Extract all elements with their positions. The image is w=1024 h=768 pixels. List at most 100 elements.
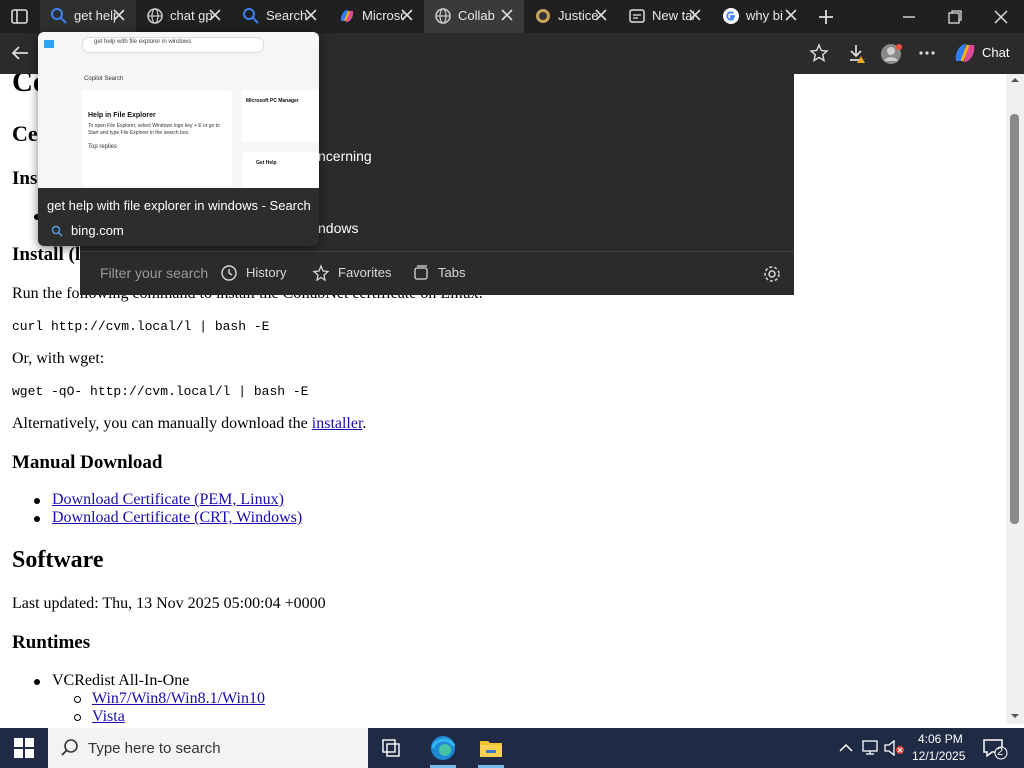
- or-wget-text: Or, with wget:: [12, 350, 105, 367]
- suggestion-row[interactable]: ndows: [318, 220, 358, 236]
- last-updated-text: Last updated: Thu, 13 Nov 2025 05:00:04 …: [12, 595, 326, 612]
- restore-icon[interactable]: [944, 6, 966, 28]
- thumb-answer-text: To open File Explorer, select Windows lo…: [88, 123, 220, 136]
- list-bullet: [34, 498, 40, 504]
- gear-icon[interactable]: [762, 264, 782, 284]
- thumb-tips: Top replies: [88, 144, 118, 150]
- clock-time[interactable]: 4:06 PM: [918, 732, 963, 746]
- close-icon[interactable]: [594, 8, 608, 22]
- tabs-label: Tabs: [438, 265, 466, 280]
- back-arrow-icon[interactable]: [9, 42, 31, 64]
- bing-search-icon: [50, 7, 68, 25]
- page-scrollbar[interactable]: [1006, 74, 1024, 724]
- win7-link[interactable]: Win7/Win8/Win8.1/Win10: [92, 690, 265, 708]
- tab-microsoft[interactable]: Microsoft: [328, 0, 424, 33]
- file-explorer-icon[interactable]: [468, 728, 514, 768]
- preview-title: get help with file explorer in windows -…: [47, 198, 311, 213]
- tab-label: chat gpt: [170, 8, 212, 23]
- search-icon: [242, 7, 260, 25]
- search-icon: [61, 739, 78, 756]
- tabs-button[interactable]: Tabs: [412, 262, 472, 286]
- close-icon[interactable]: [208, 8, 222, 22]
- close-window-icon[interactable]: [990, 6, 1012, 28]
- thumb-card-header: Copilot Search: [84, 76, 124, 82]
- thumb-search-text: get help with file explorer in windows: [94, 39, 192, 45]
- history-label: History: [246, 265, 287, 280]
- notification-center-icon[interactable]: 2: [982, 737, 1008, 761]
- tabs-icon: [414, 265, 428, 280]
- software-heading: Software: [12, 547, 104, 573]
- manual-download-heading: Manual Download: [12, 452, 163, 473]
- profile-avatar-icon[interactable]: [880, 42, 902, 64]
- thumb-get-help: Get Help: [256, 160, 277, 166]
- network-icon[interactable]: [862, 740, 882, 756]
- taskbar-search-box[interactable]: Type here to search: [48, 728, 368, 768]
- close-icon[interactable]: [304, 8, 318, 22]
- tab-get-help[interactable]: get help with file explorer: [40, 0, 136, 33]
- tab-label: get help with file explorer: [74, 8, 116, 23]
- windows-taskbar: Type here to search 4:06 PM 12/1/2025 2: [0, 728, 1024, 768]
- history-icon: [221, 265, 237, 281]
- new-tab-plus-icon[interactable]: [815, 6, 837, 28]
- tab-new-tab[interactable]: New tab: [618, 0, 712, 33]
- close-icon[interactable]: [784, 8, 798, 22]
- installer-link[interactable]: installer: [312, 415, 363, 432]
- scroll-down-icon[interactable]: [1006, 710, 1024, 722]
- preview-thumbnail: get help with file explorer in windows C…: [38, 32, 319, 188]
- task-view-icon[interactable]: [369, 728, 415, 768]
- edge-app-icon[interactable]: [420, 728, 466, 768]
- vcredist-item: VCRedist All-In-One: [52, 672, 190, 689]
- favorites-button[interactable]: Favorites: [312, 262, 392, 286]
- volume-muted-icon[interactable]: [884, 740, 906, 756]
- close-icon[interactable]: [500, 8, 514, 22]
- chat-label: Chat: [982, 45, 1010, 60]
- chevron-up-icon[interactable]: [838, 740, 854, 756]
- history-button[interactable]: History: [220, 262, 290, 286]
- close-icon[interactable]: [400, 8, 414, 22]
- vista-link[interactable]: Vista: [92, 708, 125, 724]
- minimize-icon[interactable]: [898, 6, 920, 28]
- tab-collab[interactable]: Collab: [424, 0, 524, 33]
- tab-label: Microsoft: [362, 8, 404, 23]
- filter-search-input[interactable]: Filter your search: [100, 265, 208, 281]
- favorites-label: Favorites: [338, 265, 392, 280]
- list-bullet-circle: [74, 696, 81, 703]
- globe-icon: [146, 7, 164, 25]
- star-icon: [312, 264, 330, 282]
- curl-command: curl http://cvm.local/l | bash -E: [12, 319, 270, 334]
- alternative-suffix: .: [362, 415, 367, 432]
- scroll-up-icon[interactable]: [1006, 74, 1024, 86]
- copilot-chat-button[interactable]: Chat: [948, 39, 1020, 67]
- download-icon[interactable]: [846, 42, 868, 64]
- newtab-icon: [628, 7, 646, 25]
- google-icon: [722, 7, 740, 25]
- divider: [80, 251, 794, 252]
- alternative-text: Alternatively, you can manually download…: [12, 415, 366, 433]
- tab-label: why bi: [746, 8, 783, 23]
- suggestion-row[interactable]: ncerning: [318, 148, 372, 164]
- tab-why[interactable]: why bi: [712, 0, 808, 33]
- close-icon[interactable]: [112, 8, 126, 22]
- tab-justice[interactable]: Justice: [524, 0, 618, 33]
- tab-actions-icon[interactable]: [8, 6, 32, 28]
- list-bullet: [34, 679, 40, 685]
- more-menu-icon[interactable]: [916, 42, 938, 64]
- download-pem-link[interactable]: Download Certificate (PEM, Linux): [52, 491, 284, 509]
- download-crt-link[interactable]: Download Certificate (CRT, Windows): [52, 509, 302, 527]
- globe-icon: [434, 7, 452, 25]
- close-icon[interactable]: [688, 8, 702, 22]
- tab-chat-gpt[interactable]: chat gpt: [136, 0, 232, 33]
- taskbar-search-placeholder: Type here to search: [88, 740, 221, 757]
- tab-label: Search: [266, 8, 308, 23]
- scroll-thumb[interactable]: [1010, 114, 1019, 524]
- page-heading-cert: Ce: [12, 121, 38, 146]
- tab-hover-preview: get help with file explorer in windows C…: [38, 32, 319, 246]
- favorites-star-icon[interactable]: [808, 42, 830, 64]
- bing-logo-icon: [44, 40, 54, 48]
- windows-start-icon[interactable]: [14, 738, 34, 758]
- wget-command: wget -qO- http://cvm.local/l | bash -E: [12, 384, 309, 399]
- tab-strip: get help with file explorer chat gpt Sea…: [0, 0, 1024, 33]
- tab-search[interactable]: Search: [232, 0, 328, 33]
- alternative-prefix: Alternatively, you can manually download…: [12, 415, 312, 432]
- clock-date[interactable]: 12/1/2025: [912, 749, 965, 763]
